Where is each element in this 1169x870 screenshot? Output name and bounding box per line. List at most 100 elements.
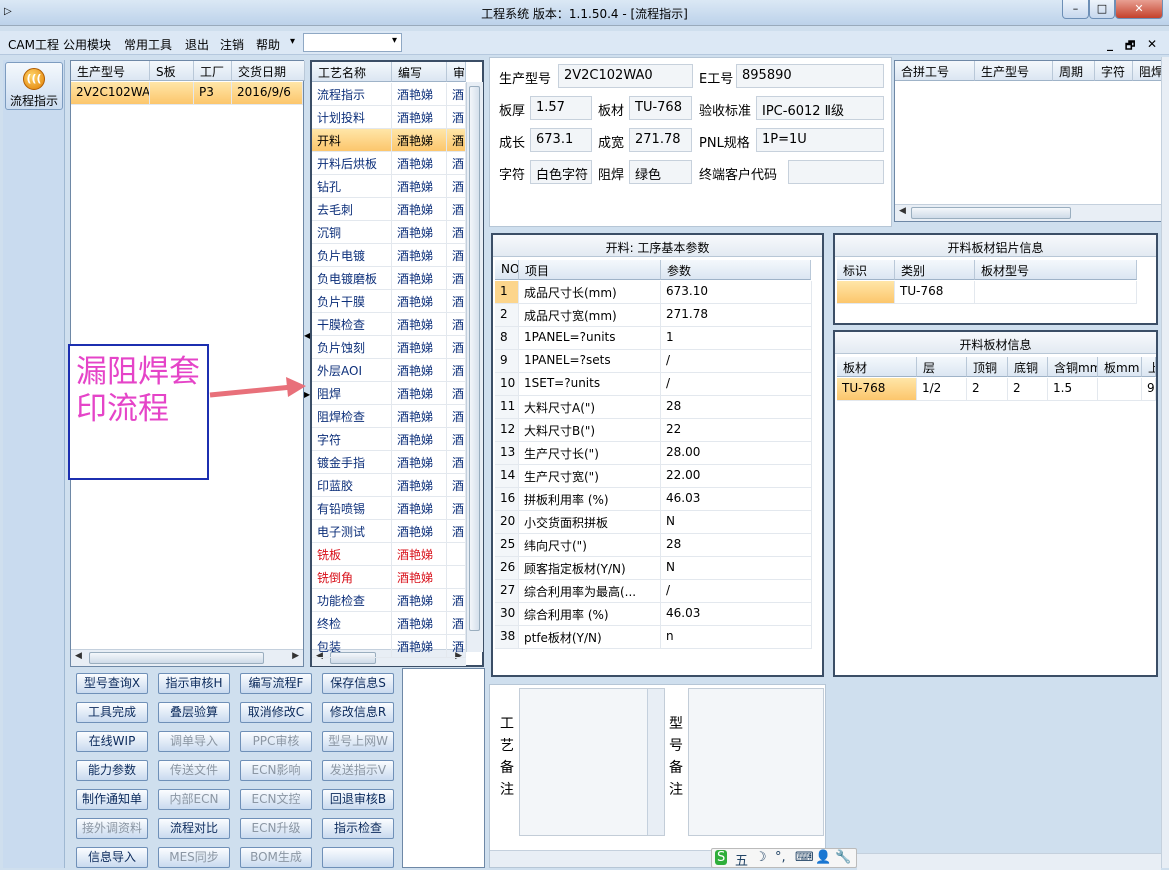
process-row[interactable]: 印蓝胶 酒艳娣酒 bbox=[312, 474, 466, 497]
param-row[interactable]: 12 大料尺寸B(") 22 bbox=[495, 419, 812, 442]
process-row[interactable]: 沉铜 酒艳娣酒 bbox=[312, 221, 466, 244]
action-button[interactable]: 发送指示V bbox=[322, 760, 394, 781]
action-button[interactable]: MES同步 bbox=[158, 847, 230, 868]
merge-col-header-3[interactable]: 字符 bbox=[1095, 61, 1133, 81]
action-button[interactable]: 接外调资料 bbox=[76, 818, 148, 839]
model-remark-textarea[interactable] bbox=[688, 688, 824, 836]
thickness-field[interactable]: 1.57 bbox=[530, 96, 592, 120]
menu-tools[interactable]: 常用工具 bbox=[124, 36, 172, 53]
menu-common-module[interactable]: 公用模块 bbox=[63, 36, 111, 53]
action-button[interactable]: 回退审核B bbox=[322, 789, 394, 810]
param-row[interactable]: 1 成品尺寸长(mm) 673.10 bbox=[495, 281, 812, 304]
chevron-down-icon[interactable]: ▾ bbox=[392, 35, 397, 46]
process-row[interactable]: 负片干膜 酒艳娣酒 bbox=[312, 290, 466, 313]
mdi-restore-button[interactable]: 🗗 bbox=[1125, 37, 1135, 56]
param-row[interactable]: 10 1SET=?units / bbox=[495, 373, 812, 396]
ime-toolbar[interactable]: S 五 ☽ °, ⌨ 👤 🔧 bbox=[711, 848, 857, 869]
e-no-field[interactable]: 895890 bbox=[736, 64, 884, 88]
menu-help[interactable]: 帮助 bbox=[256, 36, 280, 53]
process-col-header-1[interactable]: 编写 bbox=[392, 62, 447, 82]
merge-col-header-1[interactable]: 生产型号 bbox=[975, 61, 1053, 81]
length-field[interactable]: 673.1 bbox=[530, 128, 592, 152]
action-button[interactable]: 修改信息R bbox=[322, 702, 394, 723]
param-row[interactable]: 26 顾客指定板材(Y/N) N bbox=[495, 557, 812, 580]
menu-combo-box[interactable]: ▾ bbox=[303, 33, 402, 52]
process-row[interactable]: 流程指示 酒艳娣酒 bbox=[312, 83, 466, 106]
menu-cam[interactable]: CAM工程 bbox=[8, 36, 59, 53]
merge-hscrollbar[interactable]: ◀ bbox=[895, 204, 1161, 221]
process-row[interactable]: 开料后烘板 酒艳娣酒 bbox=[312, 152, 466, 175]
minimize-button[interactable]: – bbox=[1062, 0, 1089, 19]
process-row[interactable]: 字符 酒艳娣酒 bbox=[312, 428, 466, 451]
process-row[interactable]: 有铅喷锡 酒艳娣酒 bbox=[312, 497, 466, 520]
ime-item-5[interactable]: 👤 bbox=[815, 850, 831, 865]
alu-row[interactable]: TU-768 bbox=[837, 281, 1137, 304]
params-col-header-0[interactable]: NO bbox=[495, 260, 519, 280]
action-button[interactable]: 取消修改C bbox=[240, 702, 312, 723]
process-row[interactable]: 外层AOI 酒艳娣酒 bbox=[312, 359, 466, 382]
main-vscrollbar[interactable] bbox=[1161, 57, 1169, 868]
process-row[interactable]: 铣倒角 酒艳娣 bbox=[312, 566, 466, 589]
alu-col-header-1[interactable]: 类别 bbox=[895, 260, 975, 280]
process-col-header-0[interactable]: 工艺名称 bbox=[312, 62, 392, 82]
alu-col-header-0[interactable]: 标识 bbox=[837, 260, 895, 280]
process-row[interactable]: 镀金手指 酒艳娣酒 bbox=[312, 451, 466, 474]
action-button[interactable]: 传送文件 bbox=[158, 760, 230, 781]
process-row[interactable]: 终检 酒艳娣酒 bbox=[312, 612, 466, 635]
process-row[interactable]: 包装 酒艳娣酒 bbox=[312, 635, 466, 658]
process-row[interactable]: 负片蚀刻 酒艳娣酒 bbox=[312, 336, 466, 359]
alu-col-header-2[interactable]: 板材型号 bbox=[975, 260, 1137, 280]
sheet-col-header-4[interactable]: 含铜mm bbox=[1048, 357, 1098, 377]
action-button[interactable]: PPC审核 bbox=[240, 731, 312, 752]
order-row[interactable]: 2V2C102WA0 P3 2016/9/6 bbox=[71, 82, 303, 105]
action-button[interactable]: 调单导入 bbox=[158, 731, 230, 752]
action-button[interactable]: ECN文控 bbox=[240, 789, 312, 810]
param-row[interactable]: 30 综合利用率 (%) 46.03 bbox=[495, 603, 812, 626]
close-button[interactable]: ✕ bbox=[1115, 0, 1163, 19]
param-row[interactable]: 27 综合利用率为最高(... / bbox=[495, 580, 812, 603]
merge-col-header-2[interactable]: 周期 bbox=[1053, 61, 1095, 81]
action-button[interactable]: 内部ECN bbox=[158, 789, 230, 810]
ime-item-4[interactable]: ⌨ bbox=[795, 850, 814, 865]
process-row[interactable]: 去毛刺 酒艳娣酒 bbox=[312, 198, 466, 221]
ime-item-3[interactable]: °, bbox=[775, 850, 786, 865]
sheet-col-header-1[interactable]: 层 bbox=[917, 357, 967, 377]
process-vscrollbar[interactable] bbox=[466, 82, 483, 652]
ime-item-0[interactable]: S bbox=[715, 850, 728, 865]
action-button[interactable]: 制作通知单 bbox=[76, 789, 148, 810]
width-field[interactable]: 271.78 bbox=[629, 128, 692, 152]
menu-logout[interactable]: 注销 bbox=[220, 36, 244, 53]
param-row[interactable]: 16 拼板利用率 (%) 46.03 bbox=[495, 488, 812, 511]
process-row[interactable]: 负电镀磨板 酒艳娣酒 bbox=[312, 267, 466, 290]
char-field[interactable]: 白色字符 bbox=[530, 160, 592, 184]
process-remark-textarea[interactable] bbox=[519, 688, 665, 836]
mdi-minimize-button[interactable]: _ bbox=[1107, 37, 1113, 51]
action-button[interactable]: ECN影响 bbox=[240, 760, 312, 781]
sheet-col-header-3[interactable]: 底铜 bbox=[1008, 357, 1048, 377]
merge-col-header-0[interactable]: 合拼工号 bbox=[895, 61, 975, 81]
sheet-col-header-2[interactable]: 顶铜 bbox=[967, 357, 1008, 377]
action-button[interactable]: 指示审核H bbox=[158, 673, 230, 694]
process-row[interactable]: 计划投料 酒艳娣酒 bbox=[312, 106, 466, 129]
process-row[interactable]: 开料 酒艳娣酒 bbox=[312, 129, 466, 152]
param-row[interactable]: 11 大料尺寸A(") 28 bbox=[495, 396, 812, 419]
maximize-button[interactable]: □ bbox=[1089, 0, 1115, 19]
process-row[interactable]: 钻孔 酒艳娣酒 bbox=[312, 175, 466, 198]
pnl-field[interactable]: 1P=1U bbox=[756, 128, 884, 152]
action-button[interactable]: 型号上网W bbox=[322, 731, 394, 752]
param-row[interactable]: 14 生产尺寸宽(") 22.00 bbox=[495, 465, 812, 488]
action-button[interactable]: 保存信息S bbox=[322, 673, 394, 694]
order-hscrollbar[interactable]: ◀ ▶ bbox=[71, 649, 303, 666]
param-row[interactable]: 2 成品尺寸宽(mm) 271.78 bbox=[495, 304, 812, 327]
sheet-col-header-6[interactable]: 上 bbox=[1142, 357, 1156, 377]
mdi-close-button[interactable]: ✕ bbox=[1147, 37, 1157, 51]
param-row[interactable]: 13 生产尺寸长(") 28.00 bbox=[495, 442, 812, 465]
process-row[interactable]: 阻焊 酒艳娣酒 bbox=[312, 382, 466, 405]
param-row[interactable]: 9 1PANEL=?sets / bbox=[495, 350, 812, 373]
params-col-header-1[interactable]: 项目 bbox=[519, 260, 661, 280]
flow-indicator-button[interactable]: ((( 流程指示 bbox=[5, 62, 63, 110]
param-row[interactable]: 25 纬向尺寸(") 28 bbox=[495, 534, 812, 557]
mask-field[interactable]: 绿色 bbox=[629, 160, 692, 184]
action-button[interactable]: 指示检查 bbox=[322, 818, 394, 839]
process-row[interactable]: 铣板 酒艳娣 bbox=[312, 543, 466, 566]
